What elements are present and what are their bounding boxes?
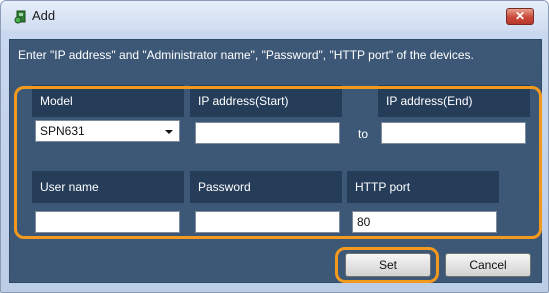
ip-end-header: IP address(End)	[378, 85, 530, 117]
ip-start-input[interactable]	[195, 122, 340, 144]
username-header: User name	[32, 171, 184, 203]
cancel-button[interactable]: Cancel	[445, 253, 531, 277]
form-panel	[9, 39, 542, 283]
http-port-header: HTTP port	[347, 171, 499, 203]
model-select[interactable]: SPN631	[35, 120, 180, 142]
title-bar: Add ✕	[1, 1, 548, 31]
app-icon	[14, 10, 26, 24]
ip-end-input[interactable]	[381, 122, 526, 144]
close-button[interactable]: ✕	[506, 8, 534, 25]
add-dialog: Add ✕ Enter "IP address" and "Administra…	[0, 0, 549, 293]
model-header: Model	[32, 85, 184, 117]
username-input[interactable]	[35, 211, 180, 233]
window-title: Add	[32, 8, 56, 23]
chevron-down-icon	[165, 130, 173, 134]
http-port-input[interactable]: 80	[352, 211, 497, 233]
model-select-value: SPN631	[40, 124, 85, 138]
instructions-text: Enter "IP address" and "Administrator na…	[18, 48, 474, 62]
password-header: Password	[190, 171, 342, 203]
ip-start-header: IP address(Start)	[190, 85, 342, 117]
set-button[interactable]: Set	[345, 253, 431, 277]
to-label: to	[358, 127, 369, 141]
password-input[interactable]	[195, 211, 340, 233]
